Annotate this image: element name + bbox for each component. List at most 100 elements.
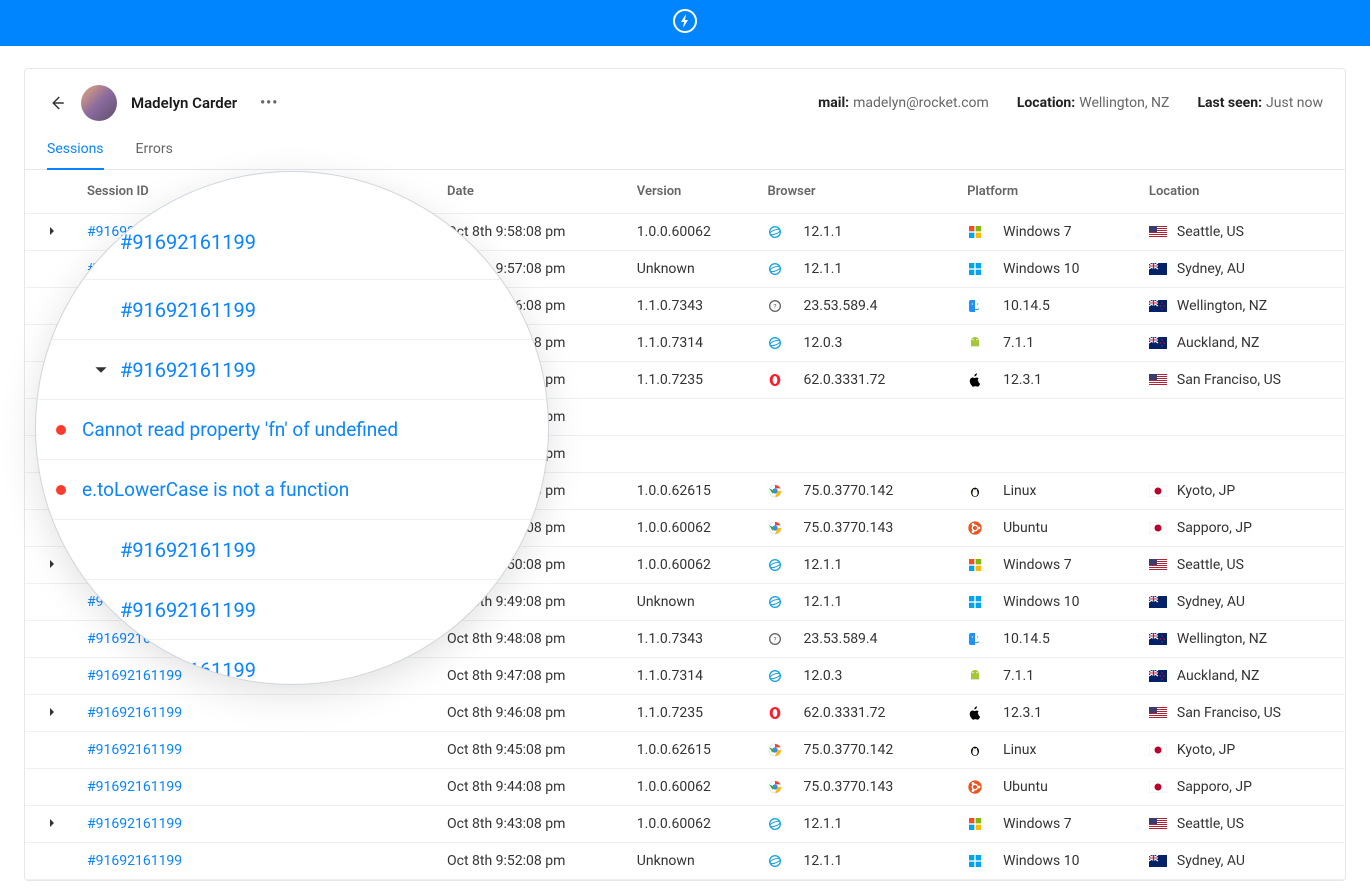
table-row: #91692161199 Oct 8th 9:43:08 pm1.0.0.6006… bbox=[25, 806, 1345, 843]
more-menu-button[interactable]: ••• bbox=[253, 91, 285, 115]
cell-browser: 12.1.1 bbox=[803, 594, 842, 610]
location-label: Location: bbox=[1017, 95, 1075, 111]
cell-location: San Franciso, US bbox=[1177, 705, 1281, 721]
flag-nz-icon bbox=[1149, 300, 1167, 312]
col-date: Date bbox=[435, 170, 625, 214]
cell-date: Oct 8th 9:52:08 pm bbox=[435, 843, 625, 880]
win7-icon bbox=[967, 224, 983, 240]
cell-platform: 7.1.1 bbox=[1003, 335, 1034, 351]
zoom-session-link[interactable]: #91692161199 bbox=[120, 538, 256, 562]
cell-version: 1.0.0.60062 bbox=[625, 769, 756, 806]
zoom-error-text[interactable]: e.toLowerCase is not a function bbox=[82, 478, 349, 501]
error-dot-icon bbox=[56, 485, 66, 495]
unknown-icon: ? bbox=[767, 298, 783, 314]
session-id-link[interactable]: #91692161199 bbox=[87, 779, 182, 795]
cell-platform: 7.1.1 bbox=[1003, 668, 1034, 684]
ubuntu-icon bbox=[967, 779, 983, 795]
cell-location: Sydney, AU bbox=[1177, 853, 1245, 869]
cell-platform: Windows 10 bbox=[1003, 594, 1079, 610]
session-id-link[interactable]: #91692161199 bbox=[87, 742, 182, 758]
cell-browser: 12.1.1 bbox=[803, 853, 842, 869]
cell-date: Oct 8th 9:45:08 pm bbox=[435, 732, 625, 769]
flag-jp-icon bbox=[1149, 485, 1167, 497]
cell-version: 1.1.0.7314 bbox=[625, 658, 756, 695]
flag-nz-icon bbox=[1149, 633, 1167, 645]
cell-platform: Windows 10 bbox=[1003, 853, 1079, 869]
expand-toggle-icon[interactable] bbox=[94, 358, 108, 382]
cell-version: 1.0.0.60062 bbox=[625, 806, 756, 843]
ubuntu-icon bbox=[967, 520, 983, 536]
cell-version: Unknown bbox=[625, 251, 756, 288]
cell-browser: 75.0.3770.142 bbox=[803, 483, 893, 499]
session-id-link[interactable]: #91692161199 bbox=[87, 668, 182, 684]
back-button[interactable] bbox=[47, 93, 67, 113]
flag-us-icon bbox=[1149, 226, 1167, 238]
chrome-icon bbox=[767, 742, 783, 758]
cell-location: San Franciso, US bbox=[1177, 372, 1281, 388]
flag-us-icon bbox=[1149, 374, 1167, 386]
finder-icon bbox=[967, 631, 983, 647]
zoom-session-link[interactable]: #91692161199 bbox=[120, 230, 256, 254]
ie-icon bbox=[767, 594, 783, 610]
session-id-link[interactable]: #91692161199 bbox=[87, 705, 182, 721]
cell-version: Unknown bbox=[625, 843, 756, 880]
svg-text:?: ? bbox=[774, 636, 777, 644]
cell-version: 1.0.0.60062 bbox=[625, 547, 756, 584]
cell-location: Wellington, NZ bbox=[1177, 631, 1267, 647]
flag-nz-icon bbox=[1149, 670, 1167, 682]
chrome-icon bbox=[767, 779, 783, 795]
zoom-session-link[interactable]: #91692161199 bbox=[120, 358, 256, 382]
expand-toggle-icon[interactable] bbox=[47, 224, 57, 234]
flag-jp-icon bbox=[1149, 744, 1167, 756]
cell-browser: 12.1.1 bbox=[803, 816, 842, 832]
expand-toggle-icon[interactable] bbox=[47, 816, 57, 826]
svg-text:?: ? bbox=[774, 303, 777, 311]
flag-au-icon bbox=[1149, 855, 1167, 867]
col-platform: Platform bbox=[955, 170, 1137, 214]
ie-icon bbox=[767, 335, 783, 351]
android-icon bbox=[967, 335, 983, 351]
cell-platform: Linux bbox=[1003, 742, 1036, 758]
user-avatar[interactable] bbox=[81, 85, 117, 121]
col-version: Version bbox=[625, 170, 756, 214]
cell-version: 1.1.0.7343 bbox=[625, 621, 756, 658]
mail-value: madelyn@rocket.com bbox=[853, 95, 989, 111]
expand-toggle-icon[interactable] bbox=[47, 705, 57, 715]
flag-jp-icon bbox=[1149, 522, 1167, 534]
cell-platform: 12.3.1 bbox=[1003, 372, 1042, 388]
tab-sessions[interactable]: Sessions bbox=[47, 141, 104, 169]
cell-browser: 23.53.589.4 bbox=[803, 631, 877, 647]
zoom-lens: #91692161199 #91692161199 #91692161199 C… bbox=[36, 172, 548, 684]
cell-browser: 62.0.3331.72 bbox=[803, 705, 885, 721]
cell-location: Sydney, AU bbox=[1177, 261, 1245, 277]
cell-version: 1.0.0.60062 bbox=[625, 214, 756, 251]
table-row: #91692161199 Oct 8th 9:45:08 pm1.0.0.6261… bbox=[25, 732, 1345, 769]
flag-us-icon bbox=[1149, 559, 1167, 571]
win10-icon bbox=[967, 594, 983, 610]
cell-platform: Linux bbox=[1003, 483, 1036, 499]
zoom-session-link[interactable]: #91692161199 bbox=[120, 598, 256, 622]
cell-date: Oct 8th 9:43:08 pm bbox=[435, 806, 625, 843]
session-id-link[interactable]: #91692161199 bbox=[87, 816, 182, 832]
cell-location: Sydney, AU bbox=[1177, 594, 1245, 610]
zoom-session-link[interactable]: #91692161199 bbox=[120, 298, 256, 322]
tab-errors[interactable]: Errors bbox=[136, 141, 173, 169]
cell-location: Seattle, US bbox=[1177, 224, 1244, 240]
cell-platform: Ubuntu bbox=[1003, 520, 1048, 536]
zoom-error-text[interactable]: Cannot read property 'fn' of undefined bbox=[82, 418, 398, 441]
logo-bolt-icon bbox=[673, 9, 697, 37]
cell-location: Auckland, NZ bbox=[1177, 335, 1259, 351]
cell-location: Auckland, NZ bbox=[1177, 668, 1259, 684]
flag-us-icon bbox=[1149, 818, 1167, 830]
tabs: Sessions Errors bbox=[25, 127, 1345, 170]
col-expander bbox=[25, 170, 75, 214]
cell-version: 1.1.0.7235 bbox=[625, 695, 756, 732]
expand-toggle-icon[interactable] bbox=[47, 557, 57, 567]
cell-version: 1.0.0.62615 bbox=[625, 732, 756, 769]
win7-icon bbox=[967, 557, 983, 573]
cell-location: Seattle, US bbox=[1177, 816, 1244, 832]
session-id-link[interactable]: #91692161199 bbox=[87, 853, 182, 869]
opera-icon bbox=[767, 705, 783, 721]
ie-icon bbox=[767, 557, 783, 573]
cell-platform: 10.14.5 bbox=[1003, 298, 1050, 314]
